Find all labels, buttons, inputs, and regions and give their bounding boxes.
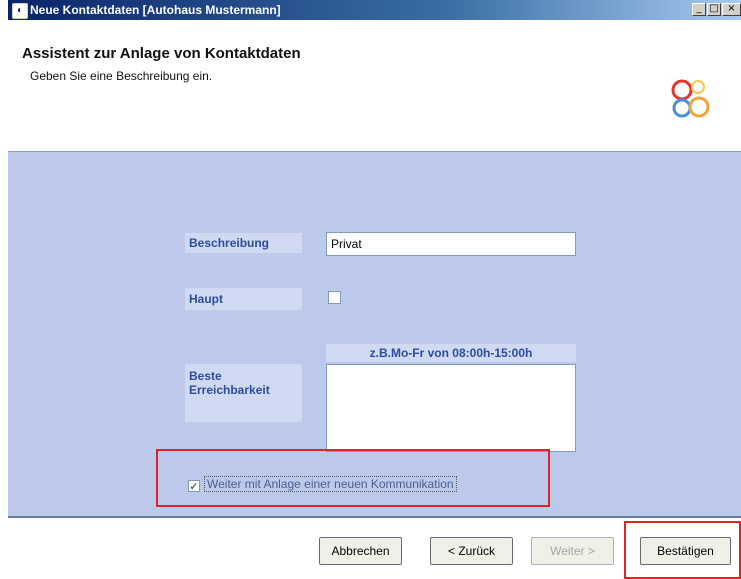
continue-option[interactable]: ✓ Weiter mit Anlage einer neuen Kommunika… <box>188 475 457 493</box>
close-button[interactable]: × <box>722 3 741 16</box>
cancel-button[interactable]: Abbrechen <box>319 537 402 565</box>
continue-checkbox[interactable]: ✓ <box>188 480 200 493</box>
next-button[interactable]: Weiter > <box>531 537 614 565</box>
wizard-content <box>8 152 741 516</box>
window-title: Neue Kontaktdaten [Autohaus Mustermann] <box>30 3 281 17</box>
confirm-button[interactable]: Bestätigen <box>640 537 731 565</box>
maximize-button[interactable]: □ <box>707 3 721 16</box>
minimize-button[interactable]: _ <box>692 3 706 16</box>
continue-label[interactable]: Weiter mit Anlage einer neuen Kommunikat… <box>204 476 457 492</box>
description-input[interactable]: Privat <box>326 232 576 256</box>
back-button[interactable]: < Zurück <box>430 537 513 565</box>
wizard-header <box>8 20 741 151</box>
app-icon: ◐ <box>12 3 28 19</box>
reachability-textarea[interactable] <box>326 364 576 452</box>
wizard-subtitle: Geben Sie eine Beschreibung ein. <box>30 69 213 83</box>
window-titlebar[interactable]: ◐ Neue Kontaktdaten [Autohaus Mustermann… <box>8 0 741 20</box>
reachability-label: Beste Erreichbarkeit <box>185 364 302 422</box>
main-checkbox[interactable] <box>328 291 341 304</box>
description-label: Beschreibung <box>185 233 302 253</box>
colored-rings-logo-icon <box>671 79 710 118</box>
main-label: Haupt <box>185 288 302 310</box>
reachability-hint: z.B.Mo-Fr von 08:00h-15:00h <box>326 344 576 362</box>
wizard-title: Assistent zur Anlage von Kontaktdaten <box>22 45 301 62</box>
